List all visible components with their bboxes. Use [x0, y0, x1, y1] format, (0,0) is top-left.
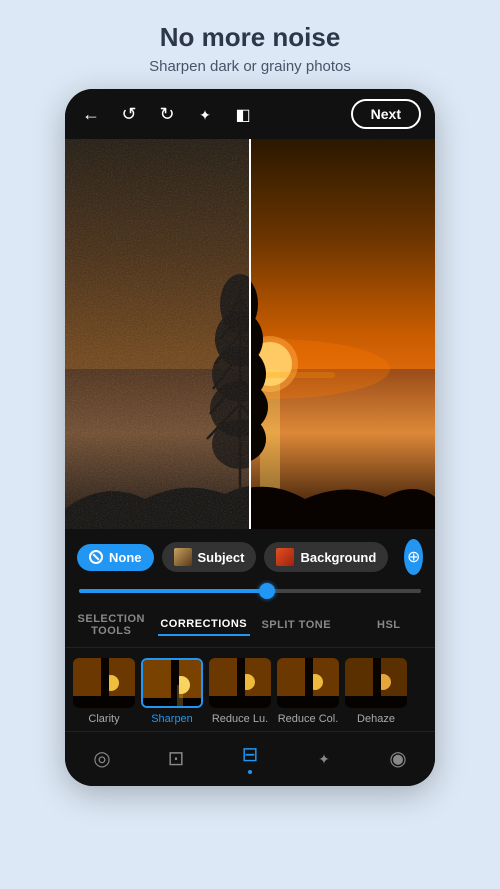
tabs-bar: SELECTION TOOLS CORRECTIONS SPLIT TONE H… [65, 601, 435, 648]
thumb-dehaze-label: Dehaze [357, 713, 395, 725]
eye-icon [389, 746, 406, 771]
slider-thumb[interactable] [259, 583, 275, 599]
thumb-reduce-col-label: Reduce Col. [278, 713, 339, 725]
heal-icon [318, 747, 330, 770]
mask-toolbar: None Subject Background [65, 529, 435, 585]
redo-icon[interactable] [155, 104, 179, 125]
none-label: None [109, 550, 142, 565]
thumb-sharpen-label: Sharpen [151, 713, 193, 725]
thumb-reduce-lu-label: Reduce Lu. [212, 713, 268, 725]
thumb-reduce-col-img [277, 658, 339, 708]
none-icon [89, 550, 103, 564]
nav-crop[interactable] [139, 746, 213, 771]
slider-section [65, 585, 435, 601]
back-icon[interactable] [79, 104, 103, 125]
sliders-icon [242, 742, 259, 767]
top-bar: Next [65, 89, 435, 139]
subject-icon [174, 548, 192, 566]
crop-icon [168, 746, 185, 771]
none-button[interactable]: None [77, 544, 154, 571]
tab-split-tone[interactable]: SPLIT TONE [250, 615, 343, 635]
thumb-clarity-label: Clarity [88, 713, 119, 725]
slider-track[interactable] [79, 589, 421, 593]
subject-label: Subject [198, 550, 245, 565]
thumb-clarity-img [73, 658, 135, 708]
thumb-dehaze[interactable]: Dehaze [345, 658, 407, 725]
photo-area [65, 139, 435, 529]
thumb-dehaze-img [345, 658, 407, 708]
undo-icon[interactable] [117, 104, 141, 125]
page-title: No more noise [149, 22, 351, 53]
nav-active-indicator [248, 770, 252, 774]
tab-selection-tools[interactable]: SELECTION TOOLS [65, 609, 158, 641]
background-icon [276, 548, 294, 566]
stack-button[interactable] [404, 539, 423, 575]
bottom-nav [65, 731, 435, 786]
nav-eye[interactable] [361, 746, 435, 771]
thumb-sharpen-img [141, 658, 203, 708]
thumb-reduce-lu[interactable]: Reduce Lu. [209, 658, 271, 725]
stack-icon [407, 547, 420, 567]
background-button[interactable]: Background [264, 542, 388, 572]
nav-radial[interactable] [65, 746, 139, 771]
thumb-reduce-col[interactable]: Reduce Col. [277, 658, 339, 725]
nav-heal[interactable] [287, 747, 361, 770]
tab-hsl[interactable]: HSL [343, 615, 436, 635]
next-button[interactable]: Next [351, 99, 421, 129]
subject-button[interactable]: Subject [162, 542, 257, 572]
compare-icon[interactable] [231, 104, 255, 125]
slider-fill [79, 589, 267, 593]
thumb-sharpen[interactable]: Sharpen [141, 658, 203, 725]
magic-icon[interactable] [193, 104, 217, 125]
tab-corrections[interactable]: CORRECTIONS [158, 614, 251, 636]
radial-icon [93, 746, 110, 771]
page-subtitle: Sharpen dark or grainy photos [149, 58, 351, 75]
header-section: No more noise Sharpen dark or grainy pho… [129, 0, 371, 89]
photo-before [65, 139, 250, 529]
thumb-clarity[interactable]: Clarity [73, 658, 135, 725]
thumbnails-row: Clarity Sharpen [65, 648, 435, 731]
thumb-reduce-lu-img [209, 658, 271, 708]
nav-sliders[interactable] [213, 742, 287, 774]
photo-after [250, 139, 435, 529]
phone-frame: Next [65, 89, 435, 786]
split-line [249, 139, 251, 529]
background-label: Background [300, 550, 376, 565]
